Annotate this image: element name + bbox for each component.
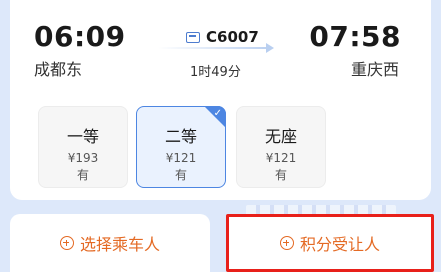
seat-class: 一等 (66, 127, 99, 146)
seat-availability: 有 (76, 168, 89, 182)
points-recipient-label: 积分受让人 (299, 235, 380, 254)
seat-option-first-class[interactable]: 一等 ¥193 有 (38, 106, 128, 188)
seat-class: 无座 (264, 127, 297, 146)
seat-price: ¥121 (165, 151, 197, 165)
arrow-right-icon (158, 43, 274, 53)
departure-time: 06:09 (34, 20, 126, 53)
seat-availability: 有 (274, 168, 287, 182)
seat-option-no-seat[interactable]: 无座 ¥121 有 (236, 106, 326, 188)
seat-price: ¥193 (67, 151, 99, 165)
arrival-time: 07:58 (309, 20, 401, 53)
plus-circle-icon (279, 236, 294, 250)
arrival-station: 重庆西 (350, 60, 399, 79)
train-number-label[interactable]: C6007 (186, 28, 259, 46)
points-recipient-button[interactable]: 积分受让人 (226, 214, 434, 272)
seat-availability: 有 (174, 168, 187, 182)
select-passenger-button[interactable]: 选择乘车人 (10, 214, 210, 272)
train-info-card: 06:09 成都东 C6007 1时49分 07:58 重庆西 一等 ¥193 … (10, 0, 431, 200)
select-passenger-label: 选择乘车人 (79, 235, 160, 254)
train-number: C6007 (206, 28, 259, 46)
travel-duration: 1时49分 (190, 65, 241, 80)
checkmark-icon: ✓ (213, 108, 222, 119)
train-icon (186, 31, 200, 43)
seat-option-second-class[interactable]: ✓ 二等 ¥121 有 (136, 106, 226, 188)
departure-station: 成都东 (34, 60, 83, 79)
seat-price: ¥121 (265, 151, 297, 165)
plus-circle-icon (59, 236, 74, 250)
